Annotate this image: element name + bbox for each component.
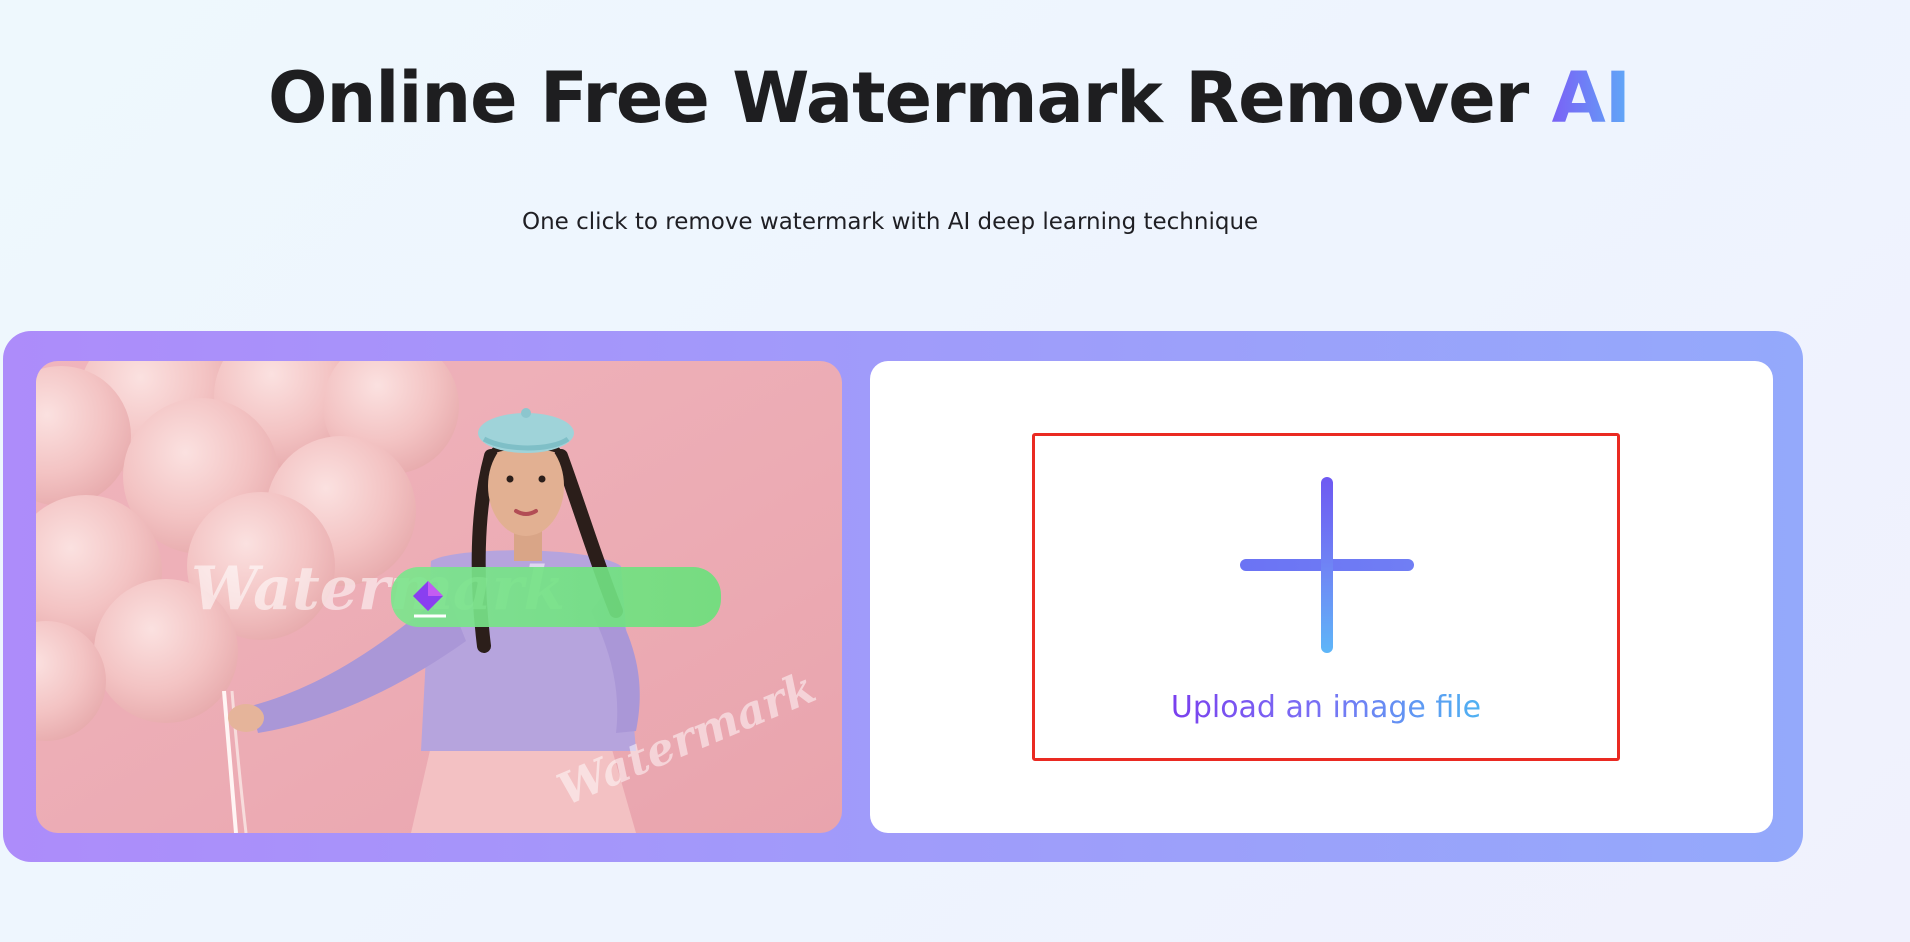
tool-panel: Watermark Watermark Upload an image file: [3, 331, 1803, 862]
page-title-accent: AI: [1551, 57, 1631, 139]
plus-icon-vertical: [1321, 477, 1333, 653]
page-subtitle: One click to remove watermark with AI de…: [522, 209, 1259, 235]
plus-icon[interactable]: [1240, 477, 1414, 653]
page-title-main: Online Free Watermark Remover: [268, 57, 1552, 139]
upload-card: Upload an image file: [870, 361, 1773, 833]
page-title: Online Free Watermark Remover AI: [268, 50, 1631, 146]
upload-dropzone[interactable]: Upload an image file: [1032, 433, 1620, 761]
demo-image: Watermark Watermark: [36, 361, 842, 833]
upload-label[interactable]: Upload an image file: [1035, 688, 1617, 728]
upload-label-text: Upload an image file: [1170, 690, 1482, 725]
